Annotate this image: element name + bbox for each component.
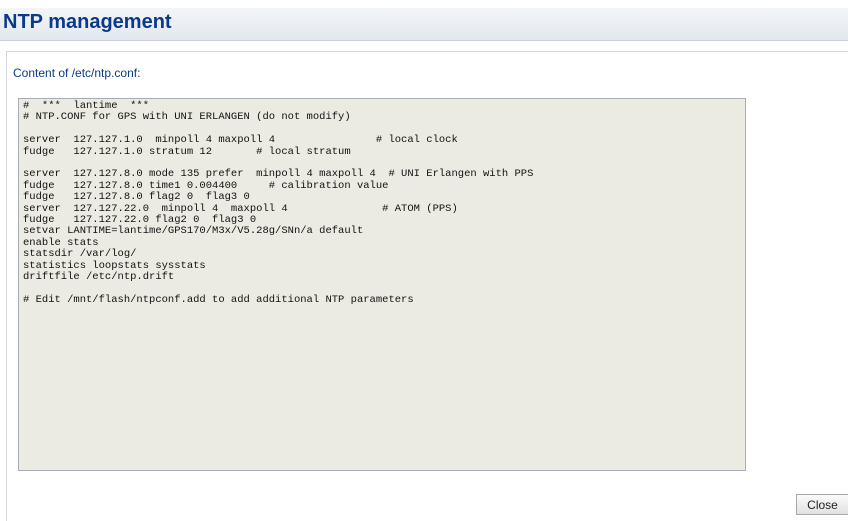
ntp-conf-textarea[interactable]: # *** lantime *** # NTP.CONF for GPS wit… (18, 98, 746, 471)
title-bar: NTP management (0, 8, 848, 41)
page-title: NTP management (3, 11, 172, 33)
ntp-conf-text: # *** lantime *** # NTP.CONF for GPS wit… (23, 100, 534, 306)
close-button[interactable]: Close (796, 494, 848, 515)
page: NTP management Content of /etc/ntp.conf:… (0, 0, 848, 521)
content-label: Content of /etc/ntp.conf: (13, 66, 141, 80)
